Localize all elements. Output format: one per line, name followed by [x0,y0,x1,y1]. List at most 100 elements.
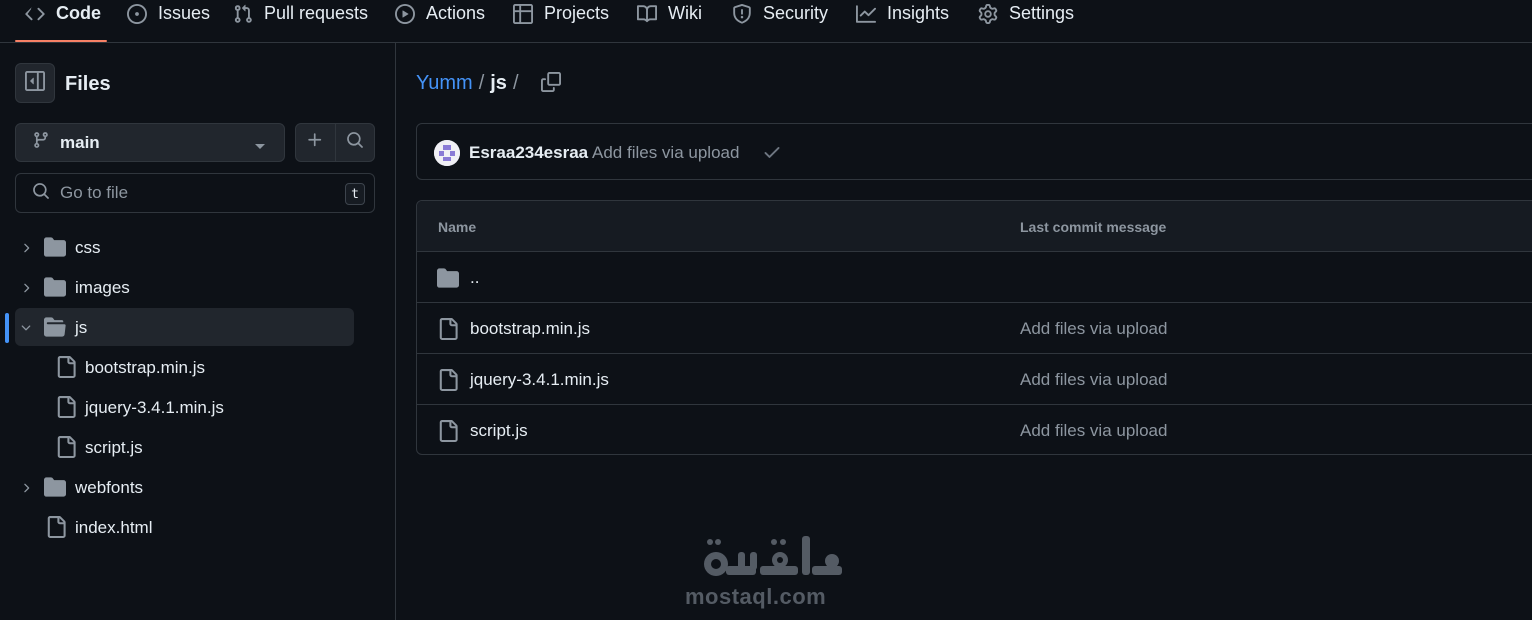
tab-label: Settings [1009,3,1075,23]
folder-icon [44,476,66,498]
commit-message-link[interactable]: Add files via upload [1020,319,1167,339]
tab-security[interactable]: Security [731,0,828,42]
book-icon [636,3,658,25]
collapse-sidebar-button[interactable] [15,63,55,103]
tab-label: Wiki [668,3,702,23]
go-to-file-input[interactable]: Go to file t [15,173,375,213]
active-tab-underline [15,40,107,42]
tree-item-label: js [75,318,88,337]
folder-icon [44,236,66,258]
file-tree-sidebar: Files main Go to file t css images js bo… [0,43,396,620]
chevron-right-icon [19,240,33,254]
tab-actions[interactable]: Actions [394,0,485,42]
plus-icon [306,131,324,154]
tree-actions [295,123,375,162]
branch-selector[interactable]: main [15,123,285,162]
file-icon [45,516,67,538]
shield-icon [731,3,753,25]
copy-icon [541,71,561,97]
go-to-file-placeholder: Go to file [60,183,129,202]
table-row[interactable]: script.js Add files via upload [417,405,1532,454]
file-icon [437,420,459,442]
table-row-parent-directory[interactable]: .. [417,252,1532,303]
tab-label: Projects [544,3,610,23]
commit-message[interactable]: Add files via upload [592,143,739,163]
tab-code[interactable]: Code [24,0,101,42]
tab-label: Security [763,3,829,23]
tree-item-label: script.js [85,438,143,457]
selected-indicator [5,313,9,343]
file-icon [55,396,77,418]
mostaql-logo [680,530,855,582]
table-header: Name Last commit message [417,201,1532,252]
tab-insights[interactable]: Insights [855,0,949,42]
parent-directory-link[interactable]: .. [470,268,479,288]
commit-author[interactable]: Esraa234esraa [469,143,588,163]
add-file-button[interactable] [296,124,335,161]
latest-commit-box: Esraa234esraa Add files via upload [416,123,1532,180]
file-icon [55,436,77,458]
sidebar-collapse-icon [25,70,45,96]
tab-label: Actions [426,3,486,23]
tree-item-bootstrap-min-js[interactable]: bootstrap.min.js [15,348,354,386]
tree-item-js[interactable]: js [15,308,354,346]
graph-icon [855,3,877,25]
table-row[interactable]: jquery-3.4.1.min.js Add files via upload [417,354,1532,405]
file-name-link[interactable]: jquery-3.4.1.min.js [470,370,609,390]
gear-icon [977,3,999,25]
tree-item-label: images [75,278,130,297]
folder-icon [44,276,66,298]
commit-message-link[interactable]: Add files via upload [1020,370,1167,390]
file-name-link[interactable]: script.js [470,421,528,441]
tree-item-css[interactable]: css [15,228,354,266]
tab-label: Code [56,3,101,23]
tree-item-jquery-min-js[interactable]: jquery-3.4.1.min.js [15,388,354,426]
play-icon [394,3,416,25]
tree-item-images[interactable]: images [15,268,354,306]
tree-item-index-html[interactable]: index.html [15,508,354,546]
file-name-link[interactable]: bootstrap.min.js [470,319,590,339]
pull-request-icon [232,3,254,25]
tab-wiki[interactable]: Wiki [636,0,702,42]
chevron-right-icon [19,480,33,494]
table-icon [512,3,534,25]
tab-issues[interactable]: Issues [126,0,210,42]
mostaql-url: mostaql.com [685,584,827,609]
issue-icon [126,3,148,25]
tab-settings[interactable]: Settings [977,0,1074,42]
folder-icon [437,267,459,289]
tree-item-webfonts[interactable]: webfonts [15,468,354,506]
tab-pull-requests[interactable]: Pull requests [232,0,368,42]
branch-icon [32,131,50,154]
commit-message-link[interactable]: Add files via upload [1020,421,1167,441]
breadcrumb-separator: / [478,72,485,94]
tab-projects[interactable]: Projects [512,0,609,42]
tree-item-label: webfonts [75,478,144,497]
file-icon [55,356,77,378]
copy-path-button[interactable] [538,71,564,97]
column-header-last-commit: Last commit message [1020,219,1167,235]
caret-down-icon [254,139,266,157]
mostaql-watermark: mostaql.com [680,530,855,610]
tab-label: Pull requests [264,3,369,23]
breadcrumb: Yumm / js / [416,72,525,95]
avatar[interactable] [434,140,460,166]
table-row[interactable]: bootstrap.min.js Add files via upload [417,303,1532,354]
tab-label: Issues [158,3,211,23]
tab-label: Insights [887,3,950,23]
chevron-down-icon [19,320,33,334]
breadcrumb-current: js [490,72,507,94]
branch-name: main [60,132,100,152]
tree-item-label: css [75,238,101,257]
file-icon [437,369,459,391]
search-icon [32,182,50,205]
sidebar-title: Files [65,73,111,95]
column-header-name: Name [438,219,477,235]
search-code-button[interactable] [334,124,374,161]
search-icon [346,131,364,154]
breadcrumb-repo-link[interactable]: Yumm [416,72,473,95]
tree-item-label: bootstrap.min.js [85,358,205,377]
tree-item-script-js[interactable]: script.js [15,428,354,466]
keyboard-shortcut-hint: t [345,183,365,205]
tree-item-label: index.html [75,518,153,537]
